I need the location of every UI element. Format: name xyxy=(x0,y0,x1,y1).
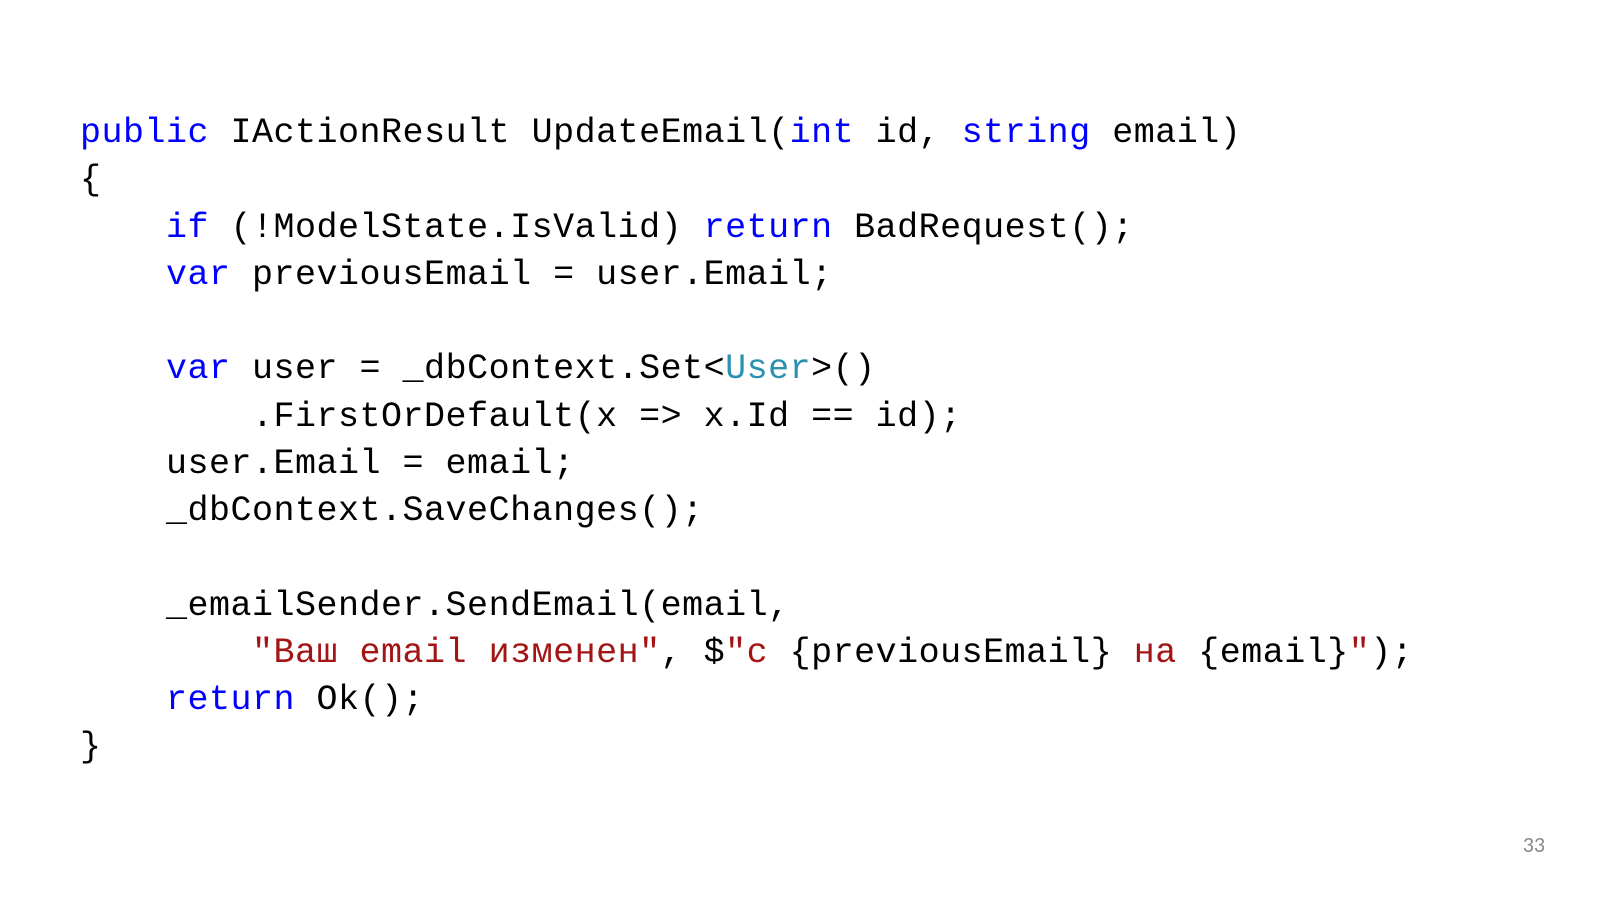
page-number: 33 xyxy=(1523,830,1545,860)
code-token: (!ModelState.IsValid) xyxy=(209,208,704,248)
code-token: { xyxy=(80,160,102,200)
code-token: previousEmail = user.Email; xyxy=(231,255,833,295)
code-token: id, xyxy=(854,113,962,153)
code-token: int xyxy=(790,113,855,153)
code-token: _emailSender.SendEmail(email, xyxy=(80,586,790,626)
code-token xyxy=(80,255,166,295)
code-token: {previousEmail} xyxy=(790,633,1113,673)
code-token: "с xyxy=(725,633,790,673)
code-token: на xyxy=(1112,633,1198,673)
code-token: public xyxy=(80,113,209,153)
code-token: string xyxy=(962,113,1091,153)
code-token xyxy=(80,349,166,389)
code-token: .FirstOrDefault(x => x.Id == id); xyxy=(80,397,962,437)
code-snippet: public IActionResult UpdateEmail(int id,… xyxy=(80,110,1520,772)
code-token: if xyxy=(166,208,209,248)
code-token: " xyxy=(1349,633,1371,673)
code-token: return xyxy=(704,208,833,248)
code-token: User xyxy=(725,349,811,389)
code-token xyxy=(80,208,166,248)
code-token xyxy=(80,680,166,720)
code-token: var xyxy=(166,255,231,295)
code-token: "Ваш email изменен" xyxy=(252,633,661,673)
code-token: >() xyxy=(811,349,876,389)
code-token: ); xyxy=(1370,633,1413,673)
code-token: IActionResult UpdateEmail( xyxy=(209,113,790,153)
code-token: return xyxy=(166,680,295,720)
code-token xyxy=(80,633,252,673)
code-token: _dbContext.SaveChanges(); xyxy=(80,491,704,531)
code-token: email) xyxy=(1091,113,1242,153)
code-token: var xyxy=(166,349,231,389)
code-token: user.Email = email; xyxy=(80,444,575,484)
code-token: {email} xyxy=(1198,633,1349,673)
code-token: } xyxy=(80,727,102,767)
code-token: , $ xyxy=(661,633,726,673)
code-token: Ok(); xyxy=(295,680,424,720)
code-token: user = _dbContext.Set< xyxy=(231,349,726,389)
code-token: BadRequest(); xyxy=(833,208,1134,248)
